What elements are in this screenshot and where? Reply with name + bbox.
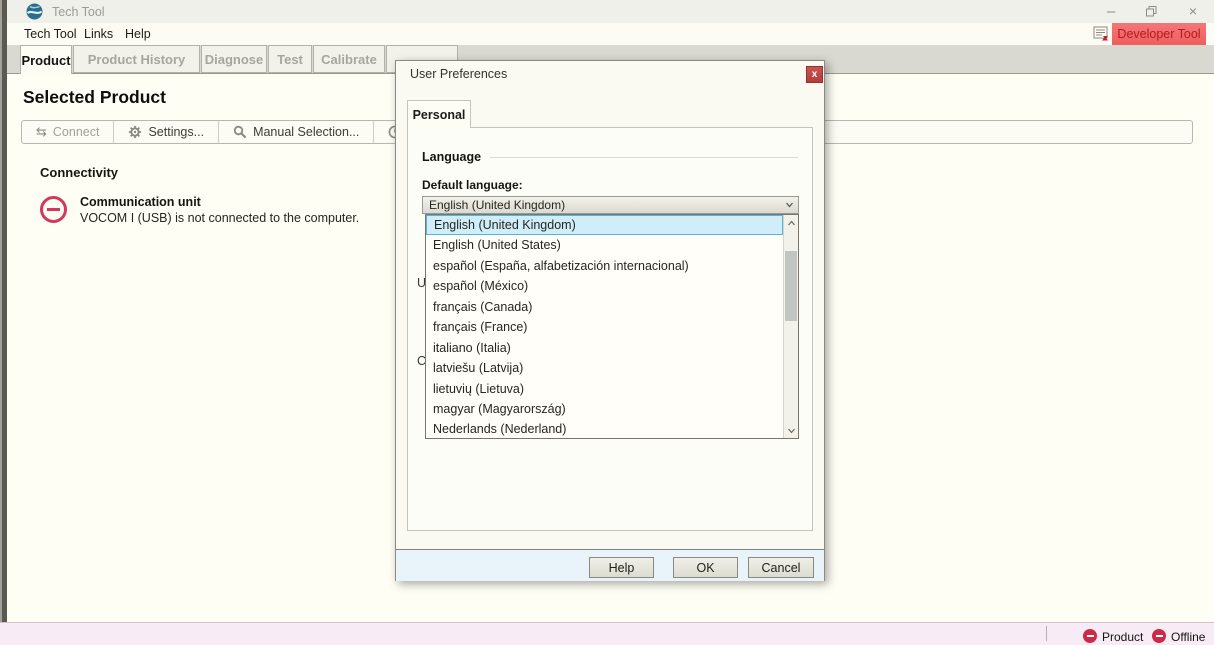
- list-item[interactable]: français (Canada): [426, 297, 783, 317]
- window-title: Tech Tool: [52, 5, 105, 19]
- search-icon: [233, 125, 247, 139]
- window-left-edge: [0, 0, 7, 622]
- manual-selection-button[interactable]: Manual Selection...: [219, 121, 374, 143]
- offline-status-label: Offline: [1171, 630, 1205, 644]
- minimize-button[interactable]: –: [1098, 1, 1124, 21]
- list-item[interactable]: español (España, alfabetización internac…: [426, 256, 783, 276]
- titlebar: [7, 0, 1214, 23]
- tab-product-history[interactable]: Product History: [73, 45, 200, 73]
- default-language-select[interactable]: English (United Kingdom): [422, 196, 799, 214]
- language-dropdown-list: English (United Kingdom) English (United…: [425, 214, 799, 439]
- menu-links[interactable]: Links: [84, 27, 113, 41]
- list-item[interactable]: español (México): [426, 276, 783, 296]
- gear-icon: [128, 125, 142, 139]
- dialog-title: User Preferences: [410, 67, 507, 81]
- tab-product[interactable]: Product: [20, 45, 72, 74]
- list-item[interactable]: lietuvių (Lietuva): [426, 379, 783, 399]
- list-item[interactable]: Nederlands (Nederland): [426, 419, 783, 439]
- offline-status-icon: [1152, 629, 1166, 643]
- menu-tech-tool[interactable]: Tech Tool: [24, 27, 77, 41]
- chevron-down-icon: [784, 199, 795, 210]
- list-item[interactable]: English (United Kingdom): [426, 215, 783, 235]
- product-status-icon: [1083, 629, 1097, 643]
- page-title: Selected Product: [23, 87, 166, 108]
- app-icon: [26, 3, 43, 20]
- tab-personal[interactable]: Personal: [407, 100, 471, 128]
- restore-button[interactable]: [1138, 1, 1164, 21]
- tab-test[interactable]: Test: [268, 45, 312, 73]
- user-preferences-dialog: User Preferences x Personal Language Def…: [395, 60, 825, 581]
- settings-button[interactable]: Settings...: [114, 121, 219, 143]
- personal-panel: Language Default language: English (Unit…: [407, 127, 813, 531]
- connectivity-heading: Connectivity: [40, 165, 118, 180]
- close-window-button[interactable]: ×: [1180, 1, 1206, 21]
- connect-icon: ⇆: [36, 125, 47, 140]
- communication-unit-message: VOCOM I (USB) is not connected to the co…: [80, 211, 359, 225]
- connect-button[interactable]: ⇆ Connect: [22, 121, 114, 143]
- menubar: [7, 23, 1214, 45]
- statusbar-separator: [1046, 626, 1047, 641]
- section-rule: [490, 157, 798, 158]
- scroll-up-icon[interactable]: [784, 216, 798, 230]
- scrollbar-thumb[interactable]: [785, 251, 797, 321]
- ok-button[interactable]: OK: [673, 557, 738, 578]
- cancel-button[interactable]: Cancel: [748, 557, 814, 578]
- list-item[interactable]: latviešu (Latvija): [426, 358, 783, 378]
- language-section-label: Language: [422, 150, 481, 164]
- tab-calibrate[interactable]: Calibrate: [313, 45, 385, 73]
- dialog-close-button[interactable]: x: [806, 66, 823, 83]
- list-item[interactable]: English (United States): [426, 235, 783, 255]
- list-item[interactable]: magyar (Magyarország): [426, 399, 783, 419]
- communication-unit-title: Communication unit: [80, 195, 201, 209]
- statusbar: [0, 622, 1214, 645]
- scroll-down-icon[interactable]: [784, 423, 798, 437]
- default-language-label: Default language:: [422, 178, 523, 192]
- list-item[interactable]: français (France): [426, 317, 783, 337]
- help-button[interactable]: Help: [589, 557, 654, 578]
- developer-tool-button[interactable]: Developer Tool: [1112, 23, 1206, 45]
- not-connected-icon: [40, 196, 67, 223]
- menu-help[interactable]: Help: [125, 27, 151, 41]
- dropdown-scrollbar[interactable]: [783, 215, 798, 438]
- product-status-label: Product: [1102, 630, 1143, 644]
- list-item[interactable]: italiano (Italia): [426, 338, 783, 358]
- tab-diagnose[interactable]: Diagnose: [201, 45, 267, 73]
- session-log-icon[interactable]: [1093, 26, 1111, 42]
